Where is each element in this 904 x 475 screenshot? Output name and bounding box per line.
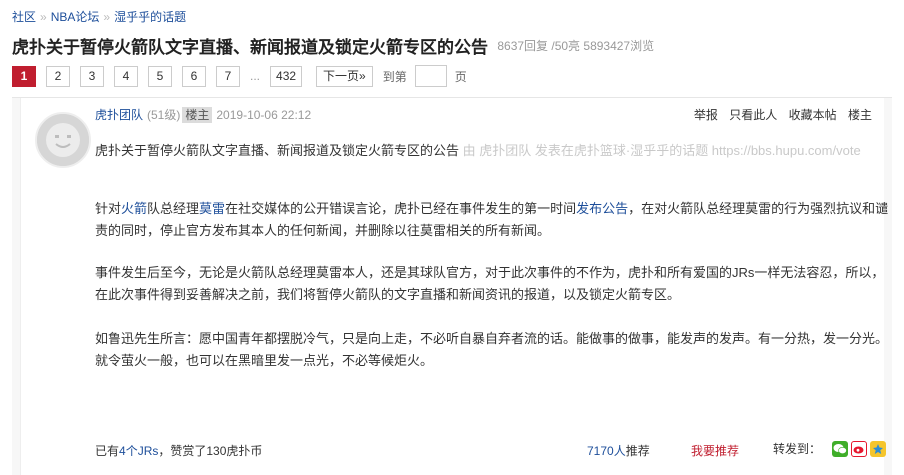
page-title: 虎扑关于暂停火箭队文字直播、新闻报道及锁定火箭专区的公告 bbox=[12, 38, 488, 57]
report-link[interactable]: 举报 bbox=[694, 108, 718, 122]
default-avatar-face-icon bbox=[37, 114, 89, 166]
recommend-suffix: 推荐 bbox=[625, 444, 650, 458]
reward-prefix: 已有 bbox=[95, 444, 120, 458]
goto-label: 到第 bbox=[382, 69, 407, 84]
page-button-4[interactable]: 4 bbox=[114, 65, 138, 87]
pagination: 1 2 3 4 5 6 7 ... 432 下一页» 到第 页 bbox=[12, 65, 467, 87]
page-button-1[interactable]: 1 bbox=[12, 65, 36, 87]
para1-text-b: 队总经理 bbox=[147, 201, 200, 216]
author-level: (51级) bbox=[147, 108, 181, 122]
qzone-icon[interactable] bbox=[870, 440, 887, 457]
post-container: 虎扑团队 (51级) 楼主 2019-10-06 22:12 举报 只看此人 收藏本帖… bbox=[12, 97, 892, 475]
breadcrumb-separator: » bbox=[40, 10, 47, 24]
weibo-icon[interactable] bbox=[851, 440, 868, 457]
reward-suffix: ，赞赏了130虎扑币 bbox=[158, 444, 263, 458]
para1-text-a: 针对 bbox=[95, 201, 122, 216]
page-button-last[interactable]: 432 bbox=[270, 65, 303, 87]
paragraph-1: 针对火箭队总经理莫雷在社交媒体的公开错误言论，虎扑已经在事件发生的第一时间发布公… bbox=[95, 198, 895, 242]
paragraph-3: 如鲁迅先生所言：愿中国青年都摆脱冷气，只是向上走，不必听自暴自弃者流的话。能做事… bbox=[95, 331, 889, 368]
only-this-author-link[interactable]: 只看此人 bbox=[729, 108, 777, 122]
page-button-2[interactable]: 2 bbox=[46, 65, 70, 87]
keyword-link-rockets[interactable]: 火箭 bbox=[121, 201, 147, 216]
share-label: 转发到： bbox=[773, 442, 822, 456]
para1-text-c: 在社交媒体的公开错误言论，虎扑已经在事件发生的第一时间 bbox=[225, 201, 577, 216]
share-bar: 转发到： bbox=[773, 440, 887, 457]
wechat-icon[interactable] bbox=[832, 440, 849, 457]
avatar[interactable] bbox=[35, 112, 91, 168]
post-actions: 举报 只看此人 收藏本帖 楼主 bbox=[686, 106, 872, 123]
page-button-5[interactable]: 5 bbox=[148, 65, 172, 87]
floor-label: 楼主 bbox=[847, 108, 872, 122]
author-name-link[interactable]: 虎扑团队 bbox=[95, 108, 143, 122]
next-page-button[interactable]: 下一页» bbox=[316, 65, 373, 87]
reward-jrs-link[interactable]: 4个JRs bbox=[119, 444, 158, 458]
breadcrumb-nba-forum-link[interactable]: NBA论坛 bbox=[51, 10, 100, 24]
author-line: 虎扑团队 (51级) 楼主 2019-10-06 22:12 bbox=[95, 106, 311, 123]
page-button-7[interactable]: 7 bbox=[216, 65, 240, 87]
quote-title: 虎扑关于暂停火箭队文字直播、新闻报道及锁定火箭专区的公告 bbox=[95, 143, 460, 158]
breadcrumb-topic-link[interactable]: 湿乎乎的话题 bbox=[114, 10, 186, 24]
post-body: 虎扑团队 (51级) 楼主 2019-10-06 22:12 举报 只看此人 收藏本帖… bbox=[20, 98, 888, 475]
owner-badge: 楼主 bbox=[182, 107, 213, 123]
keyword-link-announcement[interactable]: 发布公告 bbox=[576, 201, 628, 216]
quote-source: 由 虎扑团队 发表在虎扑篮球·湿乎乎的话题 https://bbs.hupu.c… bbox=[462, 143, 861, 158]
page-button-3[interactable]: 3 bbox=[80, 65, 104, 87]
page-button-6[interactable]: 6 bbox=[182, 65, 206, 87]
recommend-button[interactable]: 我要推荐 bbox=[691, 442, 739, 459]
goto-page-input[interactable] bbox=[414, 65, 447, 87]
breadcrumb-separator: » bbox=[103, 10, 111, 24]
thread-stats: 8637回复 /50亮 5893427浏览 bbox=[497, 39, 655, 53]
keyword-link-morey[interactable]: 莫雷 bbox=[199, 201, 225, 216]
goto-suffix: 页 bbox=[454, 69, 467, 84]
breadcrumb-community-link[interactable]: 社区 bbox=[12, 10, 36, 24]
quote-block: 虎扑关于暂停火箭队文字直播、新闻报道及锁定火箭专区的公告 由 虎扑团队 发表在虎… bbox=[95, 140, 895, 162]
paragraph-2: 事件发生后至今，无论是火箭队总经理莫雷本人，还是其球队官方，对于此次事件的不作为… bbox=[95, 265, 885, 302]
breadcrumb: 社区» NBA论坛» 湿乎乎的话题 bbox=[12, 8, 186, 25]
favorite-post-link[interactable]: 收藏本帖 bbox=[789, 108, 837, 122]
thread-header: 虎扑关于暂停火箭队文字直播、新闻报道及锁定火箭专区的公告 8637回复 /50亮… bbox=[12, 33, 654, 58]
pagination-ellipsis: ... bbox=[250, 69, 261, 83]
recommend-count-value: 7170人 bbox=[587, 444, 626, 458]
reward-summary: 已有4个JRs，赞赏了130虎扑币 bbox=[95, 442, 262, 459]
post-time: 2019-10-06 22:12 bbox=[216, 108, 312, 122]
recommend-count: 7170人推荐 bbox=[587, 442, 650, 459]
